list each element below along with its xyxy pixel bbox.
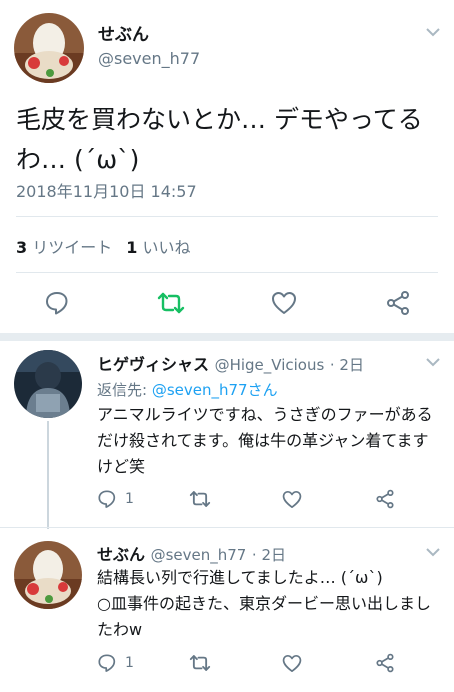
- like-icon[interactable]: [271, 291, 297, 315]
- share-icon[interactable]: [375, 489, 395, 509]
- like-icon[interactable]: [282, 654, 302, 673]
- reply-count: 1: [125, 655, 134, 671]
- retweet-count[interactable]: 3: [16, 238, 27, 257]
- reply-author-handle[interactable]: @seven_h77: [151, 546, 247, 564]
- retweet-label[interactable]: リツイート: [32, 238, 112, 257]
- reply-button[interactable]: 1: [97, 489, 134, 509]
- main-tweet-timestamp[interactable]: 2018年11月10日 14:57: [16, 178, 197, 202]
- reply-author-display-name[interactable]: せぶん: [97, 545, 145, 564]
- retweet-icon[interactable]: [189, 489, 211, 509]
- share-icon[interactable]: [385, 290, 411, 316]
- reply-author-name[interactable]: せぶん @seven_h77 · 2日: [97, 541, 286, 565]
- divider: [16, 272, 438, 273]
- main-tweet-text: 毛皮を買わないとか… デモやってるわ… (´ω`): [16, 105, 423, 174]
- divider: [16, 216, 438, 217]
- reply-to-line: 返信先: @seven_h77さん: [97, 379, 278, 400]
- reply-to-prefix: 返信先:: [97, 381, 148, 399]
- avatar-main-author[interactable]: [14, 13, 84, 83]
- reply-age[interactable]: · 2日: [330, 356, 364, 374]
- like-label[interactable]: いいね: [142, 238, 190, 257]
- retweet-icon[interactable]: [157, 290, 185, 316]
- reply-icon[interactable]: [44, 290, 70, 316]
- reply-icon: [98, 654, 116, 672]
- reply-to-mention[interactable]: @seven_h77さん: [152, 381, 278, 399]
- retweet-icon[interactable]: [189, 653, 211, 673]
- chevron-down-icon[interactable]: [425, 546, 441, 558]
- share-icon[interactable]: [375, 653, 395, 673]
- chevron-down-icon[interactable]: [425, 356, 441, 368]
- reply-age[interactable]: · 2日: [252, 546, 286, 564]
- reply-author-display-name[interactable]: ヒゲヴィシャス: [97, 355, 209, 374]
- like-count[interactable]: 1: [126, 238, 137, 257]
- reply-icon: [98, 490, 116, 508]
- main-author-handle[interactable]: @seven_h77: [98, 49, 200, 68]
- reply-author-handle[interactable]: @Hige_Vicious: [215, 356, 325, 374]
- reply-button[interactable]: 1: [97, 653, 134, 673]
- section-separator: [0, 333, 454, 341]
- reply-text: 結構長い列で行進してましたよ… (´ω`) ○皿事件の起きた、東京ダービー思い出…: [97, 568, 431, 639]
- chevron-down-icon[interactable]: [425, 26, 441, 38]
- thread-line: [47, 421, 49, 529]
- reply-count: 1: [125, 491, 134, 507]
- reply-text: アニマルライツですね、うさぎのファーがあるだけ殺されてます。俺は牛の革ジャン着て…: [97, 405, 433, 476]
- avatar-self-reply-author[interactable]: [14, 541, 82, 609]
- main-author-name[interactable]: せぶん: [98, 20, 149, 45]
- reply-author-name[interactable]: ヒゲヴィシャス @Hige_Vicious · 2日: [97, 351, 364, 375]
- tweet-stats: 3 リツイート 1 いいね: [16, 234, 191, 258]
- avatar-reply-author[interactable]: [14, 350, 82, 418]
- like-icon[interactable]: [282, 490, 302, 509]
- divider: [0, 527, 454, 528]
